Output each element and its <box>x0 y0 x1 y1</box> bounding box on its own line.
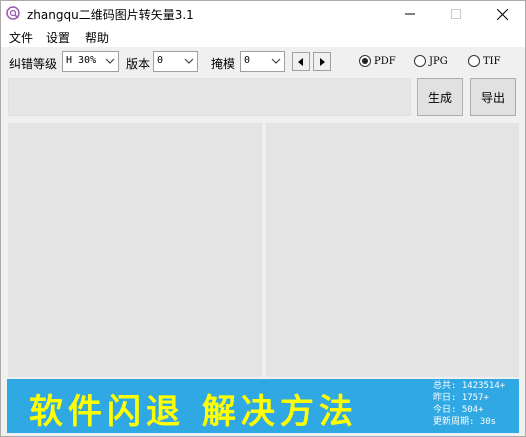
previous-button[interactable] <box>292 52 310 71</box>
menu-help[interactable]: 帮助 <box>85 29 109 46</box>
stats-period: 更新周期: 30s <box>433 417 497 427</box>
minimize-button[interactable] <box>387 1 433 27</box>
version-value: 0 <box>157 55 164 66</box>
next-button[interactable] <box>313 52 331 71</box>
arrow-left-icon <box>298 57 303 66</box>
window-title: zhangqu二维码图片转矢量3.1 <box>27 8 194 22</box>
maximize-icon <box>451 9 461 19</box>
minimize-icon <box>405 13 415 15</box>
format-radio-tif[interactable]: TIF <box>468 55 501 67</box>
ad-banner[interactable]: 软件闪退 解决方法 总共: 1423514+ 昨日: 1757+ 今日: 504… <box>7 379 519 433</box>
menu-settings[interactable]: 设置 <box>46 29 70 46</box>
format-label-tif: TIF <box>483 55 501 67</box>
format-label-pdf: PDF <box>374 55 396 67</box>
mask-label: 掩模 <box>211 57 236 71</box>
stats-today: 今日: 504+ <box>433 405 484 415</box>
source-image-panel[interactable] <box>8 123 262 377</box>
radio-checked-icon <box>359 55 371 67</box>
chevron-down-icon <box>271 58 281 64</box>
menu-bar: 文件 设置 帮助 <box>1 27 525 47</box>
menu-file[interactable]: 文件 <box>9 29 33 46</box>
radio-unchecked-icon <box>468 55 480 67</box>
mask-value: 0 <box>244 55 251 66</box>
app-logo-icon <box>6 6 20 20</box>
maximize-button[interactable] <box>433 1 479 27</box>
error-level-value: H 30% <box>66 55 97 66</box>
chevron-down-icon <box>105 58 115 64</box>
version-label: 版本 <box>126 57 151 71</box>
generate-button[interactable]: 生成 <box>417 78 463 116</box>
banner-headline: 软件闪退 解决方法 <box>29 392 358 432</box>
format-radio-pdf[interactable]: PDF <box>359 55 396 67</box>
version-select[interactable]: 0 <box>153 51 198 72</box>
title-bar: zhangqu二维码图片转矢量3.1 <box>1 1 525 27</box>
stats-total: 总共: 1423514+ <box>433 381 506 391</box>
close-icon <box>496 8 508 20</box>
error-level-label: 纠错等级 <box>9 57 58 71</box>
stats-yesterday: 昨日: 1757+ <box>433 393 489 403</box>
output-image-panel[interactable] <box>266 123 519 377</box>
format-radio-jpg[interactable]: JPG <box>414 55 448 67</box>
content-input[interactable] <box>8 78 411 116</box>
arrow-right-icon <box>320 57 325 66</box>
error-level-select[interactable]: H 30% <box>62 51 119 72</box>
app-window: zhangqu二维码图片转矢量3.1 文件 设置 帮助 纠错等级 H 30% 版… <box>0 0 526 437</box>
close-button[interactable] <box>479 1 525 27</box>
format-label-jpg: JPG <box>429 55 448 67</box>
usage-stats: 总共: 1423514+ 昨日: 1757+ 今日: 504+ 更新周期: 30… <box>433 380 505 428</box>
mask-select[interactable]: 0 <box>240 51 285 72</box>
export-button[interactable]: 导出 <box>470 78 516 116</box>
radio-unchecked-icon <box>414 55 426 67</box>
chevron-down-icon <box>184 58 194 64</box>
